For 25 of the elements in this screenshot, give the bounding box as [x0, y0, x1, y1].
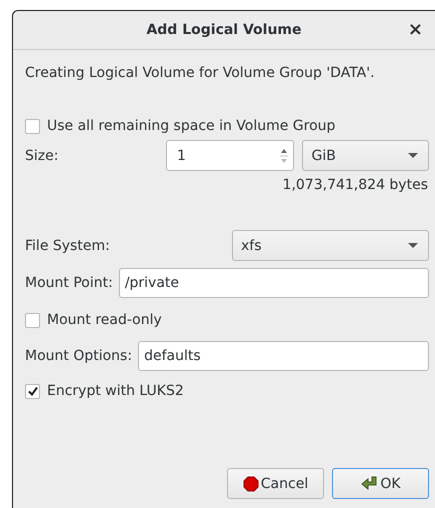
- dropdown[interactable]: GiB: [302, 140, 429, 171]
- checkbox-label: Use all remaining space in Volume Group: [47, 118, 336, 134]
- dropdown[interactable]: xfs: [232, 230, 429, 261]
- checkbox-label: Encrypt with LUKS2: [47, 383, 184, 399]
- description-text: Creating Logical Volume for Volume Group 'DATA'.: [25, 65, 376, 81]
- close-button[interactable]: ×: [404, 20, 427, 40]
- checkbox[interactable]: [25, 312, 40, 328]
- field-label: Size:: [25, 148, 60, 164]
- return-arrow-icon: [360, 476, 378, 492]
- window-title: Add Logical Volume: [146, 22, 302, 38]
- input-field[interactable]: defaults: [138, 341, 429, 371]
- field-label: Mount Options:: [25, 348, 132, 364]
- field-label: File System:: [25, 238, 111, 254]
- ok-button[interactable]: OK: [332, 468, 429, 499]
- cancel-button[interactable]: Cancel: [227, 468, 324, 499]
- number-field[interactable]: 1: [166, 140, 294, 171]
- checkbox[interactable]: [25, 384, 40, 398]
- checkbox[interactable]: [25, 118, 40, 134]
- checkbox-label: Mount read-only: [47, 312, 162, 328]
- caret-icon: [408, 242, 418, 248]
- input-field[interactable]: /private: [118, 268, 429, 298]
- size-bytes-text: 1,073,741,824 bytes: [282, 177, 429, 193]
- field-label: Mount Point:: [25, 275, 113, 291]
- stop-icon: [242, 476, 259, 492]
- caret-icon: [408, 152, 418, 158]
